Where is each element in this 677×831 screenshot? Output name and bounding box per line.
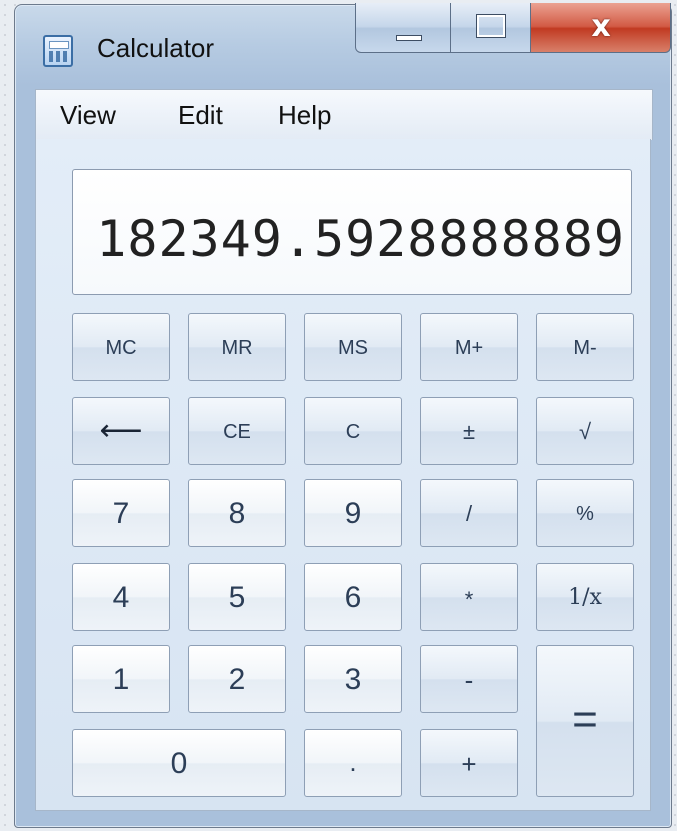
plus-minus-button[interactable]: ± [420,397,518,465]
memory-recall-button[interactable]: MR [188,313,286,381]
menu-edit[interactable]: Edit [178,100,223,131]
digit-7-button[interactable]: 7 [72,479,170,547]
maximize-button[interactable] [451,3,531,53]
digit-3-button[interactable]: 3 [304,645,402,713]
calculator-body: 182349.5928888889 MC MR MS M+ M- ⟵ CE C … [35,139,651,811]
equals-button[interactable]: = [536,645,634,797]
calculator-icon [43,35,73,67]
minus-button[interactable]: - [420,645,518,713]
divide-button[interactable]: / [420,479,518,547]
close-button[interactable]: x [531,3,671,53]
title-bar[interactable]: Calculator x [15,3,671,87]
plus-button[interactable]: + [420,729,518,797]
maximize-icon [476,14,506,38]
menu-view[interactable]: View [60,100,116,131]
display-value: 182349.5928888889 [96,210,625,268]
minimize-button[interactable] [355,3,451,53]
percent-button[interactable]: % [536,479,634,547]
digit-8-button[interactable]: 8 [188,479,286,547]
digit-6-button[interactable]: 6 [304,563,402,631]
menu-bar: View Edit Help [35,89,653,140]
calculator-window: Calculator x View Edit Help 182349.59288… [14,3,672,828]
clear-button[interactable]: C [304,397,402,465]
memory-store-button[interactable]: MS [304,313,402,381]
digit-0-button[interactable]: 0 [72,729,286,797]
digit-5-button[interactable]: 5 [188,563,286,631]
memory-clear-button[interactable]: MC [72,313,170,381]
result-display: 182349.5928888889 [72,169,632,295]
digit-4-button[interactable]: 4 [72,563,170,631]
clear-entry-button[interactable]: CE [188,397,286,465]
window-title: Calculator [97,33,215,63]
multiply-button[interactable]: * [420,563,518,631]
close-icon: x [591,9,611,44]
memory-add-button[interactable]: M+ [420,313,518,381]
menu-help[interactable]: Help [278,100,331,131]
reciprocal-button[interactable]: 1/x [536,563,634,631]
decimal-button[interactable]: . [304,729,402,797]
digit-9-button[interactable]: 9 [304,479,402,547]
memory-subtract-button[interactable]: M- [536,313,634,381]
digit-1-button[interactable]: 1 [72,645,170,713]
digit-2-button[interactable]: 2 [188,645,286,713]
minimize-icon [396,35,422,41]
backspace-button[interactable]: ⟵ [72,397,170,465]
square-root-button[interactable]: √ [536,397,634,465]
